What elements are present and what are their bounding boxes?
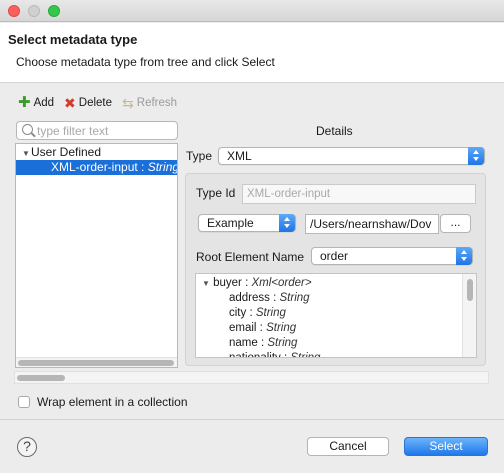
delete-button-label: Delete — [78, 97, 113, 109]
root-element-value: order — [320, 249, 349, 263]
root-element-select[interactable]: order — [311, 247, 473, 265]
schema-field-name: name — [229, 337, 258, 349]
dialog-subtitle: Choose metadata type from tree and click… — [16, 55, 275, 69]
type-select-value: XML — [227, 149, 252, 163]
scrollbar-thumb[interactable] — [17, 375, 65, 381]
source-select-value: Example — [207, 216, 254, 230]
search-icon — [22, 124, 33, 135]
close-window-button[interactable] — [8, 5, 20, 17]
tree-item-separator: : — [137, 160, 148, 174]
dialog-header: Select metadata type Choose metadata typ… — [0, 23, 504, 83]
select-stepper-icon — [468, 147, 484, 165]
refresh-button-label: Refresh — [136, 97, 178, 109]
add-button[interactable]: ✚ Add — [18, 94, 55, 111]
delete-button[interactable]: ✖ Delete — [64, 96, 112, 110]
wrap-collection-checkbox[interactable] — [18, 396, 30, 408]
footer-divider — [0, 419, 504, 420]
cancel-button[interactable]: Cancel — [307, 437, 389, 456]
schema-field-row[interactable]: email : String — [229, 321, 296, 336]
schema-field-type: String — [255, 307, 286, 319]
help-icon[interactable]: ? — [17, 437, 37, 457]
schema-field-type: String — [290, 352, 321, 358]
tree-toolbar: ✚ Add ✖ Delete ⇆ Refresh — [18, 95, 177, 111]
select-stepper-icon — [456, 247, 472, 265]
scrollbar-thumb[interactable] — [467, 279, 473, 301]
type-filter-field[interactable] — [16, 121, 178, 140]
schema-field-name: city — [229, 307, 247, 319]
tree-item-user-defined[interactable]: ▼User Defined — [16, 145, 177, 160]
type-select[interactable]: XML — [218, 147, 485, 165]
source-select[interactable]: Example — [198, 214, 296, 232]
type-label: Type — [186, 149, 213, 163]
schema-field-name: buyer — [213, 277, 242, 289]
schema-field-row[interactable]: city : String — [229, 306, 286, 321]
metadata-tree[interactable]: ▼User Defined XML-order-input : String — [15, 143, 178, 368]
schema-field-row[interactable]: nationality : String — [229, 351, 321, 358]
schema-vertical-scrollbar[interactable] — [462, 274, 476, 357]
minimize-window-button[interactable] — [28, 5, 40, 17]
dialog-horizontal-scrollbar[interactable] — [14, 371, 489, 384]
schema-field-name: email — [229, 322, 257, 334]
delete-x-icon: ✖ — [64, 95, 76, 111]
select-button[interactable]: Select — [404, 437, 488, 456]
type-filter-input[interactable] — [37, 123, 173, 138]
window-titlebar — [0, 0, 504, 22]
wrap-collection-option[interactable]: Wrap element in a collection — [18, 395, 188, 409]
details-heading: Details — [316, 124, 353, 138]
refresh-button[interactable]: ⇆ Refresh — [122, 96, 177, 110]
schema-field-name: nationality — [229, 352, 281, 358]
schema-field-type: String — [267, 337, 298, 349]
scrollbar-thumb[interactable] — [18, 360, 174, 366]
type-id-field[interactable]: XML-order-input — [242, 184, 476, 204]
schema-root-row[interactable]: ▼ buyer : Xml<order> — [202, 276, 312, 291]
schema-field-name: address — [229, 292, 270, 304]
tree-item-xml-order-input[interactable]: XML-order-input : String — [16, 160, 177, 175]
type-id-label: Type Id — [196, 186, 236, 200]
refresh-icon: ⇆ — [122, 95, 134, 111]
schema-field-row[interactable]: name : String — [229, 336, 297, 351]
schema-field-row[interactable]: address : String — [229, 291, 310, 306]
expand-triangle-icon[interactable]: ▼ — [22, 146, 31, 161]
root-element-label: Root Element Name — [196, 250, 305, 264]
tree-item-type: String — [147, 160, 178, 174]
schema-tree[interactable]: ▼ buyer : Xml<order> address : String ci… — [195, 273, 477, 358]
tree-horizontal-scrollbar[interactable] — [16, 357, 177, 367]
dialog-title: Select metadata type — [8, 32, 138, 47]
schema-field-type: String — [279, 292, 310, 304]
browse-button[interactable]: ... — [440, 214, 471, 233]
wrap-collection-label: Wrap element in a collection — [37, 395, 188, 409]
plus-icon: ✚ — [18, 94, 31, 111]
expand-triangle-icon[interactable]: ▼ — [202, 279, 210, 288]
schema-field-type: Xml<order> — [251, 277, 312, 289]
tree-item-label: User Defined — [31, 145, 102, 159]
add-button-label: Add — [33, 97, 55, 109]
zoom-window-button[interactable] — [48, 5, 60, 17]
select-stepper-icon — [279, 214, 295, 232]
tree-item-name: XML-order-input — [51, 160, 138, 174]
example-path-field[interactable]: /Users/nearnshaw/Dov — [305, 214, 439, 234]
schema-field-type: String — [266, 322, 297, 334]
